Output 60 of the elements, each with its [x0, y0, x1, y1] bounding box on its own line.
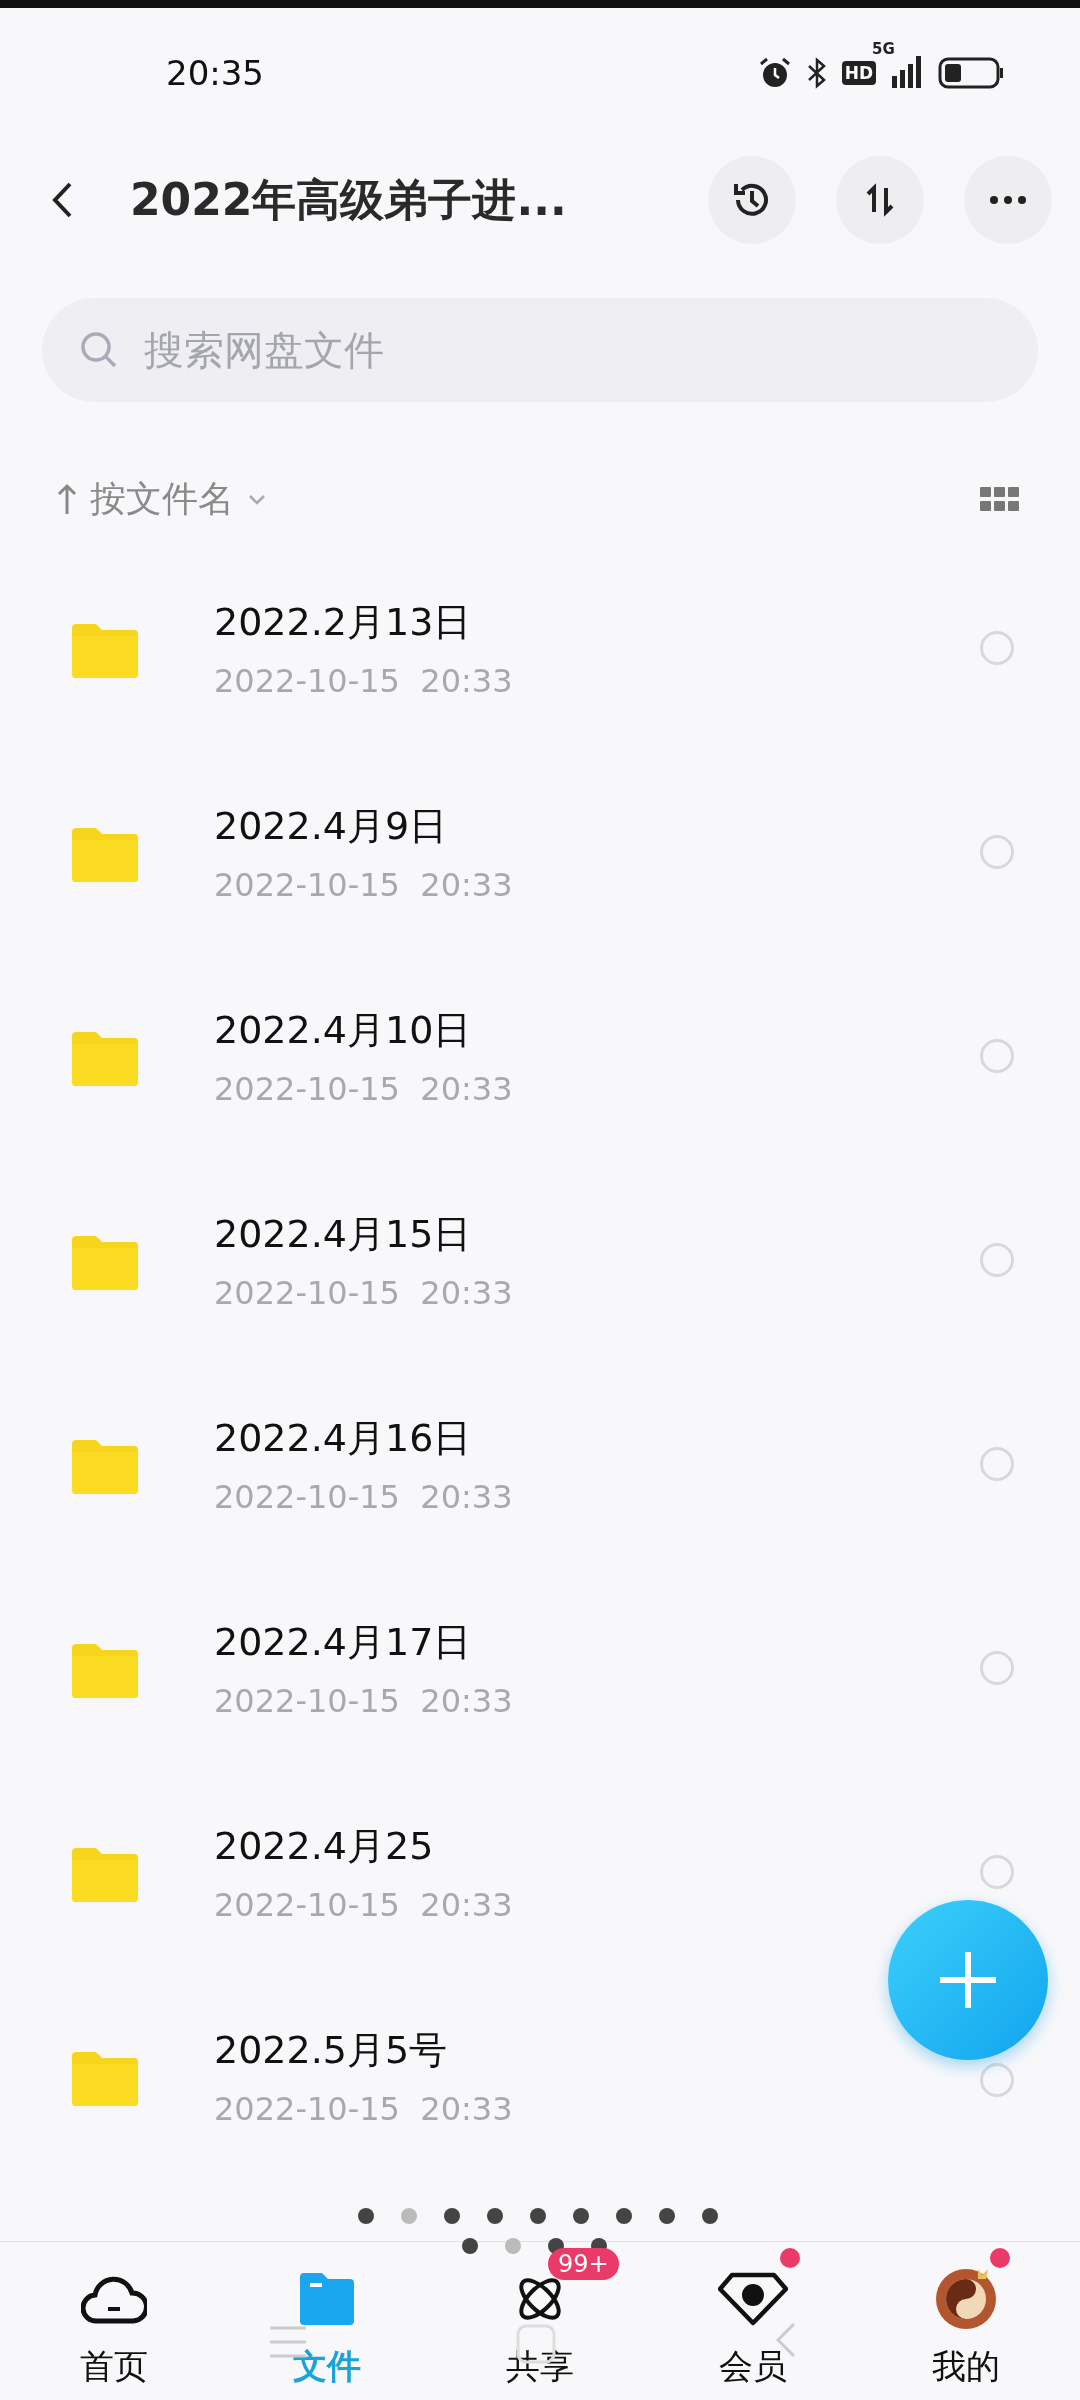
file-row[interactable]: 2022.4月25 2022-10-15 20:33	[0, 1770, 1080, 1974]
folder-icon	[72, 1846, 138, 1902]
file-name: 2022.2月13日	[214, 598, 473, 646]
file-date: 2022-10-15 20:33	[214, 865, 514, 904]
file-row[interactable]: 2022.4月17日 2022-10-15 20:33	[0, 1566, 1080, 1770]
avatar-icon	[933, 2267, 998, 2331]
add-button[interactable]	[888, 1900, 1048, 2060]
nav-tab[interactable]: 首页	[14, 2242, 215, 2400]
file-row[interactable]: 2022.4月9日 2022-10-15 20:33	[0, 750, 1080, 954]
file-name: 2022.4月25	[214, 1822, 435, 1870]
select-checkbox[interactable]	[980, 1243, 1014, 1277]
more-icon	[990, 196, 1026, 204]
hd-badge: HD	[841, 61, 876, 85]
select-checkbox[interactable]	[980, 631, 1014, 665]
file-name: 2022.4月9日	[214, 802, 449, 850]
select-checkbox[interactable]	[980, 2063, 1014, 2097]
grid-view-button[interactable]	[980, 485, 1020, 513]
file-date: 2022-10-15 20:33	[214, 1069, 514, 1108]
folder-icon	[72, 2050, 138, 2106]
folder-icon	[72, 622, 138, 678]
folder-icon	[72, 1234, 138, 1290]
folder-icon	[72, 826, 138, 882]
file-row[interactable]: 2022.4月10日 2022-10-15 20:33	[0, 954, 1080, 1158]
select-checkbox[interactable]	[980, 835, 1014, 869]
folder-title: 2022年高级弟子进...	[130, 172, 568, 227]
file-name: 2022.4月10日	[214, 1006, 473, 1054]
nav-tab[interactable]: 我的	[865, 2242, 1066, 2400]
file-name: 2022.4月16日	[214, 1414, 473, 1462]
alarm-clock-icon	[757, 56, 792, 90]
nav-tab[interactable]: 会员	[652, 2242, 853, 2400]
file-row[interactable]: 2022.2月13日 2022-10-15 20:33	[0, 546, 1080, 750]
file-date: 2022-10-15 20:33	[214, 661, 514, 700]
folder-icon	[72, 1642, 138, 1698]
search-input[interactable]: 搜索网盘文件	[142, 326, 1002, 374]
folder-icon	[72, 1030, 138, 1086]
file-date: 2022-10-15 20:33	[214, 1477, 514, 1516]
file-name: 2022.4月15日	[214, 1210, 473, 1258]
select-checkbox[interactable]	[980, 1855, 1014, 1889]
status-time: 20:35	[166, 53, 264, 93]
file-row[interactable]: 2022.5月5号 2022-10-15 20:33	[0, 1974, 1080, 2178]
count-badge: 99+	[548, 2248, 619, 2280]
network-label: 5G	[872, 40, 895, 58]
select-checkbox[interactable]	[980, 1039, 1014, 1073]
folder-icon	[72, 1438, 138, 1494]
file-date: 2022-10-15 20:33	[214, 2089, 514, 2128]
file-row[interactable]: 2022.4月15日 2022-10-15 20:33	[0, 1158, 1080, 1362]
file-name: 2022.4月17日	[214, 1618, 473, 1666]
file-date: 2022-10-15 20:33	[214, 1273, 514, 1312]
up-arrow-icon	[56, 482, 78, 516]
signal-icon	[890, 54, 924, 88]
file-date: 2022-10-15 20:33	[214, 1885, 514, 1924]
battery-icon	[938, 57, 1004, 89]
file-date: 2022-10-15 20:33	[214, 1681, 514, 1720]
file-name: 2022.5月5号	[214, 2026, 449, 2074]
folder-icon	[298, 2273, 357, 2325]
search-field[interactable]: 搜索网盘文件	[42, 298, 1038, 402]
select-checkbox[interactable]	[980, 1651, 1014, 1685]
select-checkbox[interactable]	[980, 1447, 1014, 1481]
file-row[interactable]: 2022.4月16日 2022-10-15 20:33	[0, 1362, 1080, 1566]
back-icon	[50, 180, 74, 220]
